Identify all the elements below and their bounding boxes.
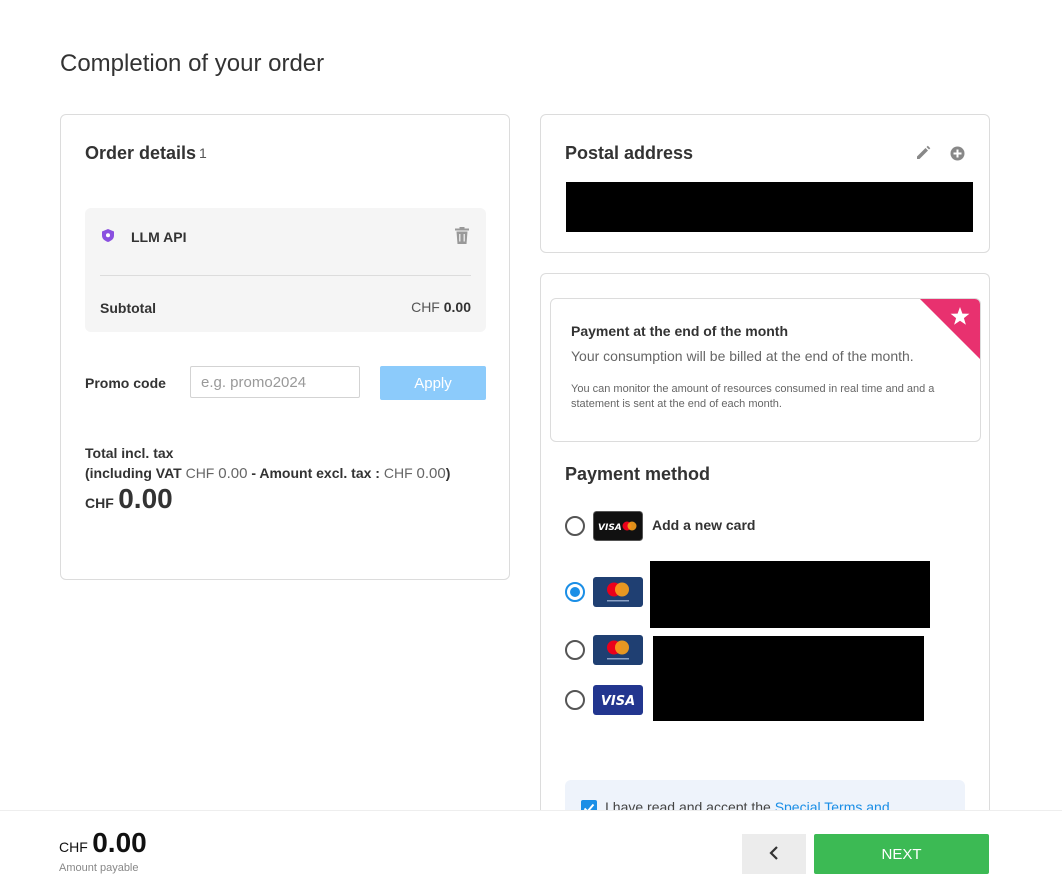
apply-promo-button[interactable]: Apply	[380, 366, 486, 400]
total-currency: CHF	[85, 495, 114, 511]
mastercard-icon	[593, 577, 643, 607]
add-new-card-label: Add a new card	[652, 517, 756, 533]
svg-text:VISA: VISA	[598, 523, 622, 533]
order-item-count: 1	[199, 145, 207, 161]
total-incl-tax-label: Total incl. tax	[85, 445, 174, 461]
total-amount: CHF 0.00	[85, 483, 173, 515]
vat-prefix: (including VAT	[85, 465, 182, 481]
payment-card: Payment at the end of the month Your con…	[540, 273, 990, 833]
product-name: LLM API	[131, 229, 187, 245]
subtotal-currency: CHF	[411, 299, 440, 315]
radio-new-card[interactable]	[565, 516, 585, 536]
footer-amount: CHF 0.00	[59, 827, 147, 859]
excl-value: 0.00	[416, 465, 446, 482]
shield-icon	[102, 229, 114, 242]
billing-info-box: Payment at the end of the month Your con…	[550, 298, 981, 442]
visa-mastercard-icon: VISA	[593, 511, 643, 541]
vat-value: 0.00	[218, 465, 248, 482]
promo-code-input[interactable]	[190, 366, 360, 398]
amount-payable-caption: Amount payable	[59, 862, 139, 874]
postal-address-card: Postal address	[540, 114, 990, 253]
radio-card-2[interactable]	[565, 640, 585, 660]
billing-subtitle: Your consumption will be billed at the e…	[571, 348, 914, 364]
back-button[interactable]	[742, 834, 806, 874]
radio-card-3[interactable]	[565, 690, 585, 710]
payment-method-title: Payment method	[565, 464, 711, 484]
billing-note: You can monitor the amount of resources …	[571, 383, 935, 410]
vat-suffix: )	[445, 465, 451, 481]
radio-card-1[interactable]	[565, 582, 585, 602]
postal-address-title: Postal address	[565, 143, 694, 163]
payment-option-new-card[interactable]: VISA Add a new card	[565, 511, 965, 541]
promo-code-label: Promo code	[85, 375, 166, 391]
redacted-card-1-details	[650, 561, 930, 628]
subtotal-value: CHF 0.00	[411, 299, 471, 315]
trash-icon[interactable]	[455, 227, 469, 244]
pencil-icon[interactable]	[915, 145, 931, 161]
total-label-block: Total incl. tax (including VAT CHF 0.00 …	[85, 443, 450, 484]
order-details-card: Order details 1 LLM API Subtotal CHF 0.0…	[60, 114, 510, 580]
order-item-box: LLM API Subtotal CHF 0.00	[85, 208, 486, 332]
visa-text: VISA	[601, 694, 635, 709]
plus-circle-icon[interactable]	[950, 146, 965, 161]
mastercard-icon	[593, 635, 643, 665]
chevron-left-icon	[769, 845, 778, 860]
vat-breakdown: (including VAT CHF 0.00 - Amount excl. t…	[85, 463, 450, 484]
excl-tax-label: - Amount excl. tax :	[251, 465, 380, 481]
footer-amount-value: 0.00	[92, 827, 147, 858]
redacted-address	[566, 182, 973, 232]
total-value: 0.00	[118, 483, 173, 514]
billing-title: Payment at the end of the month	[571, 323, 789, 339]
subtotal-amount: 0.00	[443, 299, 471, 315]
visa-icon: VISA	[593, 685, 643, 715]
footer-bar: CHF 0.00 Amount payable NEXT	[0, 810, 1062, 895]
next-button[interactable]: NEXT	[814, 834, 989, 874]
excl-currency: CHF	[383, 465, 413, 481]
footer-currency: CHF	[59, 839, 88, 855]
redacted-card-2-3-details	[653, 636, 924, 721]
order-divider	[100, 275, 471, 276]
page-title: Completion of your order	[60, 50, 325, 77]
subtotal-label: Subtotal	[100, 300, 156, 316]
vat-currency: CHF	[185, 465, 215, 481]
order-details-title: Order details	[85, 143, 197, 163]
star-icon	[920, 299, 980, 359]
